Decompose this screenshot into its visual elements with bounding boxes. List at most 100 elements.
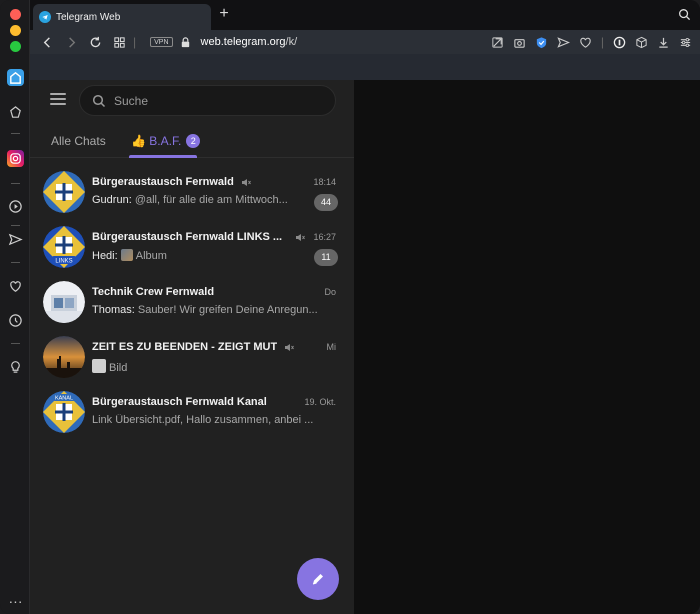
chat-last-message: Album <box>135 250 167 262</box>
muted-icon <box>296 234 305 241</box>
close-window-button[interactable] <box>10 9 21 20</box>
player-icon[interactable] <box>7 198 24 215</box>
tab-baf-unread-badge: 2 <box>186 134 201 148</box>
back-icon[interactable] <box>40 35 54 49</box>
chat-name: Bürgeraustausch Fernwald Kanal <box>92 396 267 408</box>
browser-window: ··· Telegram Web + | VPN web.telegram.or… <box>0 0 700 614</box>
chat-name: Bürgeraustausch Fernwald <box>92 176 234 188</box>
send-icon[interactable] <box>7 231 24 248</box>
onepassword-icon[interactable] <box>613 36 626 49</box>
aria-icon[interactable] <box>7 104 24 121</box>
active-tab-indicator <box>129 155 197 158</box>
tab-strip: Telegram Web + <box>30 0 700 30</box>
tab-title: Telegram Web <box>56 11 121 23</box>
muted-icon <box>242 179 251 186</box>
chat-avatar <box>43 336 85 378</box>
chat-item[interactable]: KANAL Bürgeraustausch Fernwald Kanal 19.… <box>30 386 354 441</box>
chat-item[interactable]: ZEIT ES ZU BEENDEN - ZEIGT MUT Mi Bild <box>30 331 354 386</box>
chat-avatar: LINKS <box>43 226 85 268</box>
browser-sidebar: ··· <box>0 0 30 614</box>
maximize-window-button[interactable] <box>10 41 21 52</box>
chat-sender: Hedi: <box>92 250 121 262</box>
reload-icon[interactable] <box>88 35 102 49</box>
chat-last-message: Link Übersicht.pdf, Hallo zusammen, anbe… <box>92 414 314 426</box>
heart-icon[interactable] <box>7 278 24 295</box>
search-icon <box>92 94 106 107</box>
tab-search-icon[interactable] <box>678 8 692 22</box>
vpn-badge[interactable]: VPN <box>150 37 173 47</box>
chat-time: Mi <box>326 342 337 352</box>
chat-item[interactable]: Bürgeraustausch Fernwald 18:14 Gudrun: @… <box>30 166 354 221</box>
chat-item[interactable]: Technik Crew Fernwald Do Thomas: Sauber!… <box>30 276 354 331</box>
download-icon[interactable] <box>657 36 670 49</box>
instagram-icon[interactable] <box>7 150 24 167</box>
search-input[interactable] <box>114 93 314 108</box>
new-message-button[interactable] <box>297 558 339 600</box>
send-icon[interactable] <box>557 36 570 49</box>
chat-time: Do <box>324 287 336 297</box>
telegram-favicon-icon <box>39 11 51 23</box>
tab-grid-icon[interactable] <box>112 35 126 49</box>
url-text[interactable]: web.telegram.org/k/ <box>201 36 298 48</box>
search-box[interactable] <box>79 85 336 116</box>
chat-name: Technik Crew Fernwald <box>92 286 215 298</box>
tab-baf-label: 👍 B.A.F. <box>131 134 182 148</box>
lock-icon[interactable] <box>179 35 193 49</box>
camera-icon[interactable] <box>513 36 526 49</box>
chat-sidebar: Alle Chats 👍 B.A.F. 2 Bürgeraustausch Fe… <box>30 80 354 614</box>
history-icon[interactable] <box>7 312 24 329</box>
heart-icon[interactable] <box>579 36 592 49</box>
unread-count-badge: 11 <box>314 249 338 266</box>
forward-icon[interactable] <box>64 35 78 49</box>
chat-preview: Hedi: Album <box>92 249 310 262</box>
address-bar: | VPN web.telegram.org/k/ | <box>30 30 700 54</box>
muted-icon <box>285 344 294 351</box>
folder-tabs: Alle Chats 👍 B.A.F. 2 <box>30 124 354 158</box>
chat-preview: Thomas: Sauber! Wir greifen Deine Anregu… <box>92 304 334 316</box>
more-options-icon[interactable]: ··· <box>7 592 24 609</box>
home-icon[interactable] <box>7 69 24 86</box>
chat-sender: Gudrun: <box>92 194 135 206</box>
image-thumbnail <box>92 359 106 373</box>
chat-avatar: KANAL <box>43 391 85 433</box>
minimize-window-button[interactable] <box>10 25 21 36</box>
chat-preview: Bild <box>92 359 334 374</box>
actions-divider: | <box>600 35 604 49</box>
crypto-wallet-icon[interactable] <box>491 36 504 49</box>
address-divider: | <box>133 35 137 49</box>
unread-count-badge: 44 <box>314 194 338 211</box>
chat-name: ZEIT ES ZU BEENDEN - ZEIGT MUT <box>92 341 278 353</box>
hamburger-menu-icon[interactable] <box>50 93 66 107</box>
chat-last-message: Bild <box>109 362 128 374</box>
shield-icon[interactable] <box>535 36 548 49</box>
album-thumbnail <box>120 249 133 261</box>
chat-list: Bürgeraustausch Fernwald 18:14 Gudrun: @… <box>30 166 354 441</box>
tab-all-chats[interactable]: Alle Chats <box>51 134 106 148</box>
chat-avatar <box>43 171 85 213</box>
tab-baf[interactable]: 👍 B.A.F. 2 <box>131 134 201 148</box>
url-path: /k/ <box>285 36 298 48</box>
chat-time: 18:14 <box>313 177 336 187</box>
chat-name: Bürgeraustausch Fernwald LINKS ... <box>92 231 283 243</box>
new-tab-button[interactable]: + <box>216 6 232 22</box>
tab-telegram-web[interactable]: Telegram Web <box>33 4 211 30</box>
chat-time: 19. Okt. <box>304 397 336 407</box>
easy-setup-icon[interactable] <box>679 36 692 49</box>
url-host: web.telegram.org <box>200 36 286 48</box>
avatar-links-label: LINKS <box>55 259 72 265</box>
chat-preview: Link Übersicht.pdf, Hallo zusammen, anbe… <box>92 414 334 426</box>
chat-view-empty <box>354 80 700 614</box>
chat-last-message: @all, für alle die am Mittwoch... <box>134 194 288 206</box>
avatar-kanal-label: KANAL <box>55 396 73 402</box>
chat-time: 16:27 <box>313 232 336 242</box>
chat-sender: Thomas: <box>92 304 138 316</box>
chat-avatar <box>43 281 85 323</box>
pencil-icon <box>312 574 323 585</box>
chat-item[interactable]: LINKS Bürgeraustausch Fernwald LINKS ...… <box>30 221 354 276</box>
lightbulb-icon[interactable] <box>7 358 24 375</box>
chat-last-message: Sauber! Wir greifen Deine Anregun... <box>137 304 318 316</box>
address-bar-actions: | <box>491 35 692 49</box>
page-top-strip <box>30 54 700 80</box>
extension-cube-icon[interactable] <box>635 36 648 49</box>
chat-preview: Gudrun: @all, für alle die am Mittwoch..… <box>92 194 310 206</box>
